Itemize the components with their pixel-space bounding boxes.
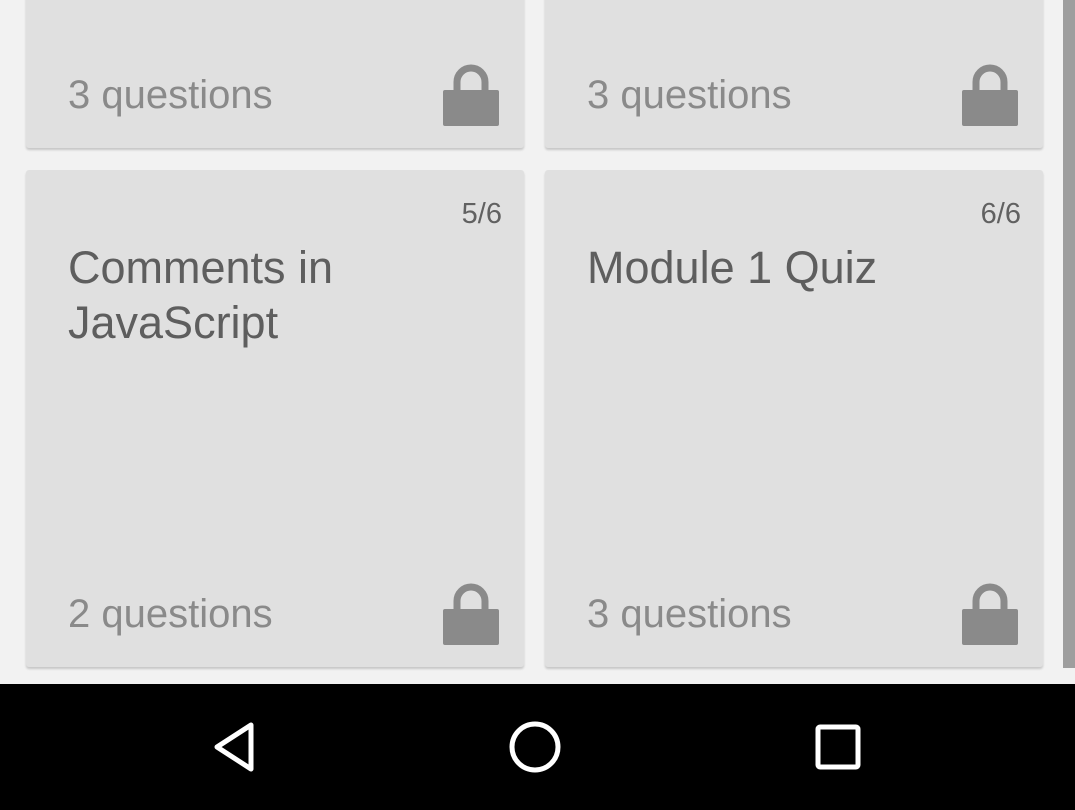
question-count: 3 questions [587, 592, 792, 636]
app-screen: 3 questions 3 questions 5/6 Comments in … [0, 0, 1075, 810]
lock-icon [962, 583, 1018, 645]
home-icon[interactable] [505, 717, 565, 777]
scrollbar[interactable] [1063, 0, 1075, 668]
lesson-number: 6/6 [980, 198, 1021, 230]
lesson-card[interactable]: 3 questions [545, 0, 1043, 148]
lesson-number: 5/6 [461, 198, 502, 230]
recents-icon[interactable] [808, 717, 868, 777]
question-count: 3 questions [587, 73, 792, 117]
question-count: 2 questions [68, 592, 273, 636]
lesson-card[interactable]: 5/6 Comments in JavaScript 2 questions [26, 170, 524, 667]
lesson-card[interactable]: 6/6 Module 1 Quiz 3 questions [545, 170, 1043, 667]
question-count: 3 questions [68, 73, 273, 117]
navigation-bar [0, 684, 1075, 810]
back-icon[interactable] [205, 717, 265, 777]
lock-icon [443, 64, 499, 126]
lesson-title: Comments in JavaScript [68, 242, 334, 348]
lesson-title: Module 1 Quiz [587, 242, 878, 293]
lock-icon [962, 64, 1018, 126]
lesson-grid: 3 questions 3 questions 5/6 Comments in … [0, 0, 1075, 684]
lesson-card[interactable]: 3 questions [26, 0, 524, 148]
lock-icon [443, 583, 499, 645]
